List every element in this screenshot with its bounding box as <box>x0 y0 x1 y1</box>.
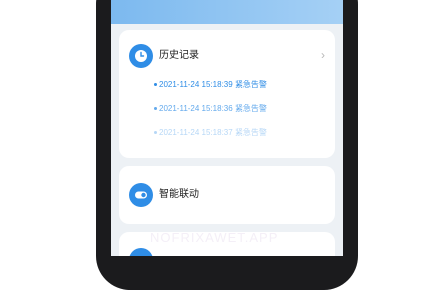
watermark: NOFRIXAWET.APP <box>150 230 279 245</box>
bullet-dot <box>154 131 157 134</box>
history-item-label: 紧急告警 <box>234 80 267 89</box>
history-item-label: 紧急告警 <box>234 104 267 113</box>
bullet-dot <box>154 83 157 86</box>
toggle-icon <box>129 183 153 207</box>
history-list: 2021-11-24 15:18:39 紧急告警 2021-11-24 15:1… <box>154 80 267 152</box>
smart-linkage-card[interactable]: 智能联动 <box>119 166 335 224</box>
chevron-right-icon[interactable]: › <box>321 49 325 61</box>
smart-linkage-title: 智能联动 <box>159 189 199 200</box>
history-item-time: 2021-11-24 15:18:39 <box>159 80 233 89</box>
clock-icon <box>129 44 153 68</box>
history-item-label: 紧急告警 <box>234 128 267 137</box>
circle-icon <box>129 248 153 256</box>
history-item[interactable]: 2021-11-24 15:18:39 紧急告警 <box>154 80 267 90</box>
history-title: 历史记录 <box>159 50 199 61</box>
history-card[interactable]: 历史记录 › 2021-11-24 15:18:39 紧急告警 2021-11-… <box>119 30 335 158</box>
history-item[interactable]: 2021-11-24 15:18:37 紧急告警 <box>154 128 267 138</box>
history-item[interactable]: 2021-11-24 15:18:36 紧急告警 <box>154 104 267 114</box>
history-item-time: 2021-11-24 15:18:36 <box>159 104 233 113</box>
bullet-dot <box>154 107 157 110</box>
history-item-time: 2021-11-24 15:18:37 <box>159 128 233 137</box>
app-screen: 历史记录 › 2021-11-24 15:18:39 紧急告警 2021-11-… <box>111 0 343 256</box>
top-banner <box>111 0 343 24</box>
